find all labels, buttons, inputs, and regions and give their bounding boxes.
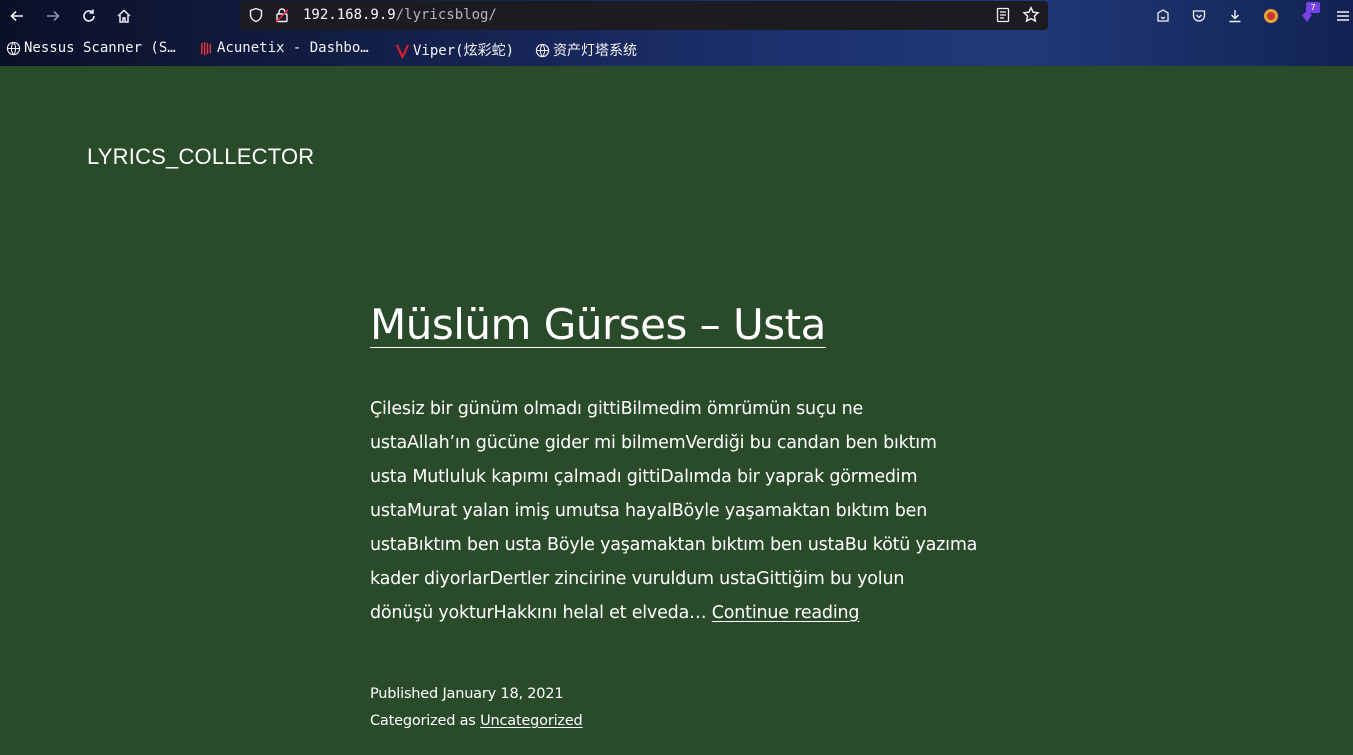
post-published: Published January 18, 2021 [370,681,583,708]
forward-button[interactable] [41,4,65,28]
bookmark-label: Nessus Scanner (S… [24,40,176,56]
viper-icon [394,42,410,58]
url-text[interactable]: 192.168.9.9/lyricsblog/ [303,7,497,23]
back-button[interactable] [5,4,29,28]
bookmark-acunetix[interactable]: Acunetix - Dashbo… [198,40,369,56]
lock-insecure-icon[interactable] [274,7,290,23]
collections-icon [1157,9,1169,22]
excerpt-last-line: dönüşü yokturHakkını helal et elveda… Co… [370,596,990,630]
bookmark-label: 资产灯塔系统 [553,43,637,59]
excerpt-line: ustaAllah’ın gücüne gider mi bilmemVerdi… [370,433,937,453]
excerpt-line: kader diyorlarDertler zincirine vuruldum… [370,569,905,589]
navigation-toolbar: 192.168.9.9/lyricsblog/ 7 [0,0,1353,32]
continue-reading-link[interactable]: Continue reading [712,603,860,623]
bookmark-label: Viper(炫彩蛇) [413,43,515,59]
pocket-button[interactable] [1188,5,1210,27]
published-prefix: Published [370,686,439,702]
acunetix-icon [198,40,214,56]
post-categories: Categorized as Uncategorized [370,708,583,735]
pocket-save-button[interactable] [1152,5,1174,27]
excerpt-line: ustaBıktım ben usta Böyle yaşamaktan bık… [370,535,978,555]
app-menu-button[interactable] [1332,5,1353,27]
reload-button[interactable] [77,4,101,28]
published-date[interactable]: January 18, 2021 [442,686,563,702]
hamburger-menu-icon [1337,11,1349,21]
bookmark-label: Acunetix - Dashbo… [217,40,369,56]
bookmark-viper[interactable]: Viper(炫彩蛇) [394,40,514,60]
arrow-left-icon [10,10,23,22]
reader-mode-icon[interactable] [995,7,1011,23]
browser-chrome: 192.168.9.9/lyricsblog/ 7 Nessus Scanner… [0,0,1353,66]
globe-icon [534,42,550,58]
excerpt-line: dönüşü yokturHakkını helal et elveda… [370,603,707,623]
excerpt-line: ustaMurat yalan imiş umutsa hayalBöyle y… [370,501,928,521]
bookmark-asset-system[interactable]: 资产灯塔系统 [534,40,637,60]
address-bar[interactable]: 192.168.9.9/lyricsblog/ [240,1,1048,30]
downloads-button[interactable] [1224,5,1246,27]
category-link[interactable]: Uncategorized [480,713,583,729]
home-icon [117,9,131,23]
arrow-right-icon [47,10,60,22]
star-icon[interactable] [1022,6,1040,24]
excerpt-line: Çilesiz bir günüm olmadı gittiBilmedim ö… [370,399,864,419]
bookmark-nessus[interactable]: Nessus Scanner (S… [5,40,176,56]
post-title-link[interactable]: Müslüm Gürses – Usta [370,300,826,349]
category-prefix: Categorized as [370,713,476,729]
site-title[interactable]: LYRICS_COLLECTOR [87,144,314,170]
pocket-icon [1192,10,1206,22]
post-excerpt: Çilesiz bir günüm olmadı gittiBilmedim ö… [370,392,990,630]
extension-fox-icon [1264,9,1278,23]
shield-icon[interactable] [248,7,264,23]
bookmarks-toolbar: Nessus Scanner (S… Acunetix - Dashbo… Vi… [0,38,1353,62]
url-host: 192.168.9.9 [303,7,396,23]
reload-icon [83,9,95,22]
extension-button[interactable] [1260,5,1282,27]
download-icon [1229,10,1241,23]
post-meta: Published January 18, 2021 Categorized a… [370,681,583,735]
url-path: /lyricsblog/ [395,7,497,23]
extension-badge: 7 [1306,2,1320,13]
home-button[interactable] [112,4,136,28]
excerpt-line: usta Mutluluk kapımı çalmadı gittiDalımd… [370,467,918,487]
globe-icon [5,40,21,56]
